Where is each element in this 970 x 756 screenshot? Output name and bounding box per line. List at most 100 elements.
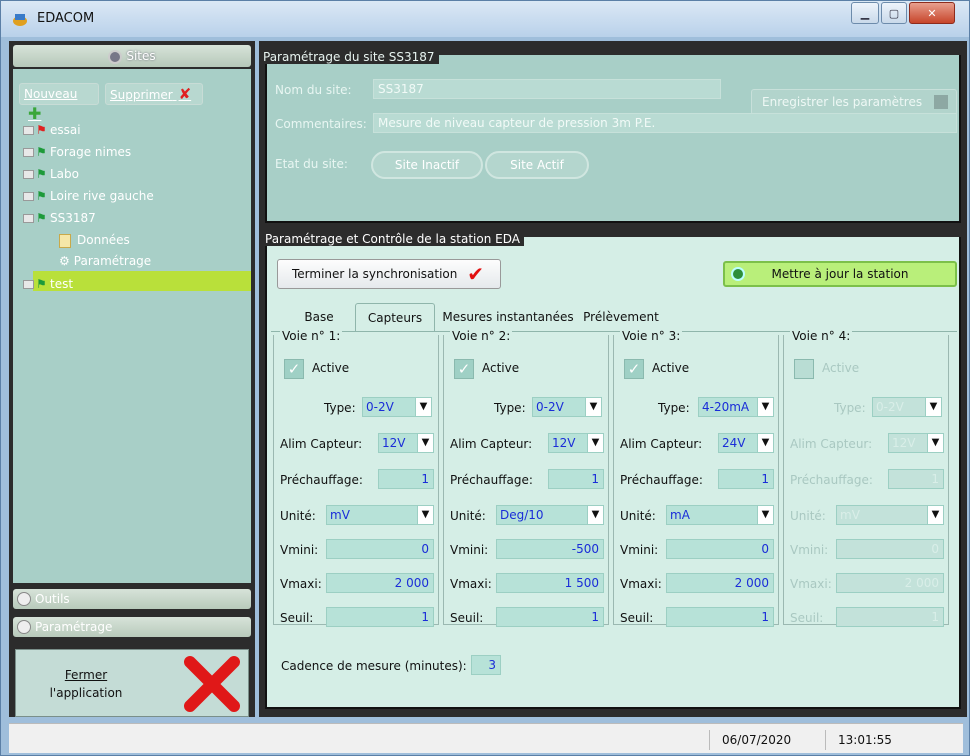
status-time: 13:01:55 bbox=[825, 730, 945, 750]
document-icon bbox=[59, 233, 71, 248]
site-name-field[interactable]: SS3187 bbox=[373, 79, 721, 99]
tree-item-parametrage[interactable]: ⚙ Paramétrage bbox=[59, 252, 151, 270]
tree-item-ss3187[interactable]: ⚑ SS3187 bbox=[23, 209, 96, 227]
vmini-label: Vmini: bbox=[790, 543, 829, 557]
voie-title: Voie n° 2: bbox=[450, 329, 513, 343]
seuil-field[interactable]: 1 bbox=[666, 607, 774, 627]
tree-item-forage-nimes[interactable]: ⚑ Forage nimes bbox=[23, 143, 131, 161]
chevron-down-icon: ▼ bbox=[927, 506, 943, 524]
site-inactive-toggle[interactable]: Site Inactif bbox=[371, 151, 483, 179]
type-select[interactable]: 0-2V ▼ bbox=[362, 397, 432, 417]
vmaxi-label: Vmaxi: bbox=[790, 577, 832, 591]
cadence-label: Cadence de mesure (minutes): bbox=[281, 659, 467, 673]
vmaxi-label: Vmaxi: bbox=[450, 577, 492, 591]
seuil-field[interactable]: 1 bbox=[496, 607, 604, 627]
parametrage-button[interactable]: Paramétrage bbox=[13, 617, 251, 637]
vmini-field[interactable]: -500 bbox=[496, 539, 604, 559]
active-label: Active bbox=[482, 361, 520, 375]
main-panel: Nom du site: SS3187 Enregistrer les para… bbox=[259, 41, 967, 717]
alim-select[interactable]: 12V ▼ bbox=[378, 433, 434, 453]
comment-label: Commentaires: bbox=[275, 117, 367, 131]
update-station-button[interactable]: Mettre à jour la station bbox=[723, 261, 957, 287]
site-active-toggle[interactable]: Site Actif bbox=[485, 151, 589, 179]
chevron-down-icon: ▼ bbox=[417, 434, 433, 452]
folder-icon bbox=[23, 280, 34, 289]
chevron-down-icon: ▼ bbox=[757, 434, 773, 452]
type-select[interactable]: 0-2V ▼ bbox=[532, 397, 602, 417]
seuil-label: Seuil: bbox=[280, 611, 314, 625]
flag-green-icon: ⚑ bbox=[36, 145, 47, 159]
vmini-field[interactable]: 0 bbox=[326, 539, 434, 559]
vmaxi-label: Vmaxi: bbox=[620, 577, 662, 591]
unite-select[interactable]: mV ▼ bbox=[326, 505, 434, 525]
vmini-field[interactable]: 0 bbox=[836, 539, 944, 559]
vmaxi-field[interactable]: 1 500 bbox=[496, 573, 604, 593]
prechauffage-field[interactable]: 1 bbox=[888, 469, 944, 489]
folder-icon bbox=[23, 170, 34, 179]
close-window-button[interactable]: ✕ bbox=[909, 2, 955, 24]
alim-select[interactable]: 12V ▼ bbox=[548, 433, 604, 453]
tab-base[interactable]: Base bbox=[293, 303, 345, 331]
tab-prelevement[interactable]: Prélèvement bbox=[579, 303, 663, 331]
title-bar: EDACOM ▁ ▢ ✕ bbox=[1, 1, 969, 37]
maximize-button[interactable]: ▢ bbox=[881, 2, 907, 24]
sync-button[interactable]: Terminer la synchronisation ✔ bbox=[277, 259, 501, 289]
chevron-down-icon: ▼ bbox=[757, 398, 773, 416]
vmaxi-field[interactable]: 2 000 bbox=[666, 573, 774, 593]
tree-item-essai[interactable]: ⚑ essai bbox=[23, 121, 81, 139]
type-select[interactable]: 0-2V ▼ bbox=[872, 397, 942, 417]
type-select[interactable]: 4-20mA ▼ bbox=[698, 397, 774, 417]
prechauffage-field[interactable]: 1 bbox=[378, 469, 434, 489]
delete-site-button[interactable]: Supprimer ✘ bbox=[105, 83, 203, 105]
prechauffage-field[interactable]: 1 bbox=[718, 469, 774, 489]
vmini-field[interactable]: 0 bbox=[666, 539, 774, 559]
seuil-field[interactable]: 1 bbox=[836, 607, 944, 627]
voie-panel-4: Voie n° 4: Active Type: 0-2V ▼ Alim Capte… bbox=[783, 329, 949, 627]
sites-header[interactable]: Sites bbox=[13, 45, 251, 67]
sites-tree-panel: Nouveau ✚ Supprimer ✘ ⚑ essai ⚑ Forage nim… bbox=[13, 69, 251, 583]
prechauffage-field[interactable]: 1 bbox=[548, 469, 604, 489]
unite-select[interactable]: mV ▼ bbox=[836, 505, 944, 525]
app-icon bbox=[13, 14, 27, 26]
gear-icon: ⚙ bbox=[59, 254, 70, 268]
prechauffage-label: Préchauffage: bbox=[450, 473, 533, 487]
alim-label: Alim Capteur: bbox=[620, 437, 703, 451]
active-checkbox[interactable]: ✓ bbox=[284, 359, 304, 379]
active-checkbox[interactable]: ✓ bbox=[454, 359, 474, 379]
tree-item-test[interactable]: ⚑ test bbox=[23, 275, 73, 293]
cadence-field[interactable]: 3 bbox=[471, 655, 501, 675]
site-params-group: Nom du site: SS3187 Enregistrer les para… bbox=[265, 55, 961, 223]
tab-mesures[interactable]: Mesures instantanées bbox=[439, 303, 577, 331]
active-checkbox[interactable]: ✓ bbox=[624, 359, 644, 379]
chevron-down-icon: ▼ bbox=[757, 506, 773, 524]
unite-select[interactable]: mA ▼ bbox=[666, 505, 774, 525]
chevron-down-icon: ▼ bbox=[587, 434, 603, 452]
tree-item-labo[interactable]: ⚑ Labo bbox=[23, 165, 79, 183]
delete-x-icon: ✘ bbox=[178, 85, 192, 103]
new-site-button[interactable]: Nouveau ✚ bbox=[19, 83, 99, 123]
alim-select[interactable]: 24V ▼ bbox=[718, 433, 774, 453]
chevron-down-icon: ▼ bbox=[927, 434, 943, 452]
station-title: Paramétrage et Contrôle de la station ED… bbox=[261, 232, 524, 246]
active-checkbox[interactable] bbox=[794, 359, 814, 379]
tree-item-donnees[interactable]: Données bbox=[59, 231, 130, 249]
unite-select[interactable]: Deg/10 ▼ bbox=[496, 505, 604, 525]
seuil-field[interactable]: 1 bbox=[326, 607, 434, 627]
save-params-button[interactable]: Enregistrer les paramètres bbox=[751, 89, 957, 115]
minimize-button[interactable]: ▁ bbox=[851, 2, 879, 24]
close-label-line1: Fermer bbox=[64, 668, 108, 682]
voie-panel-3: Voie n° 3: ✓ Active Type: 4-20mA ▼ Alim C… bbox=[613, 329, 779, 627]
alim-select[interactable]: 12V ▼ bbox=[888, 433, 944, 453]
tab-capteurs[interactable]: Capteurs bbox=[355, 303, 435, 331]
status-date: 06/07/2020 bbox=[709, 730, 819, 750]
seuil-label: Seuil: bbox=[620, 611, 654, 625]
outils-button[interactable]: Outils bbox=[13, 589, 251, 609]
vmini-label: Vmini: bbox=[280, 543, 319, 557]
tree-item-loire[interactable]: ⚑ Loire rive gauche bbox=[23, 187, 154, 205]
vmaxi-field[interactable]: 2 000 bbox=[326, 573, 434, 593]
comment-field[interactable]: Mesure de niveau capteur de pression 3m … bbox=[373, 113, 957, 133]
prechauffage-label: Préchauffage: bbox=[790, 473, 873, 487]
folder-icon bbox=[23, 192, 34, 201]
close-app-button[interactable]: Fermer l'application bbox=[15, 649, 249, 717]
vmaxi-field[interactable]: 2 000 bbox=[836, 573, 944, 593]
